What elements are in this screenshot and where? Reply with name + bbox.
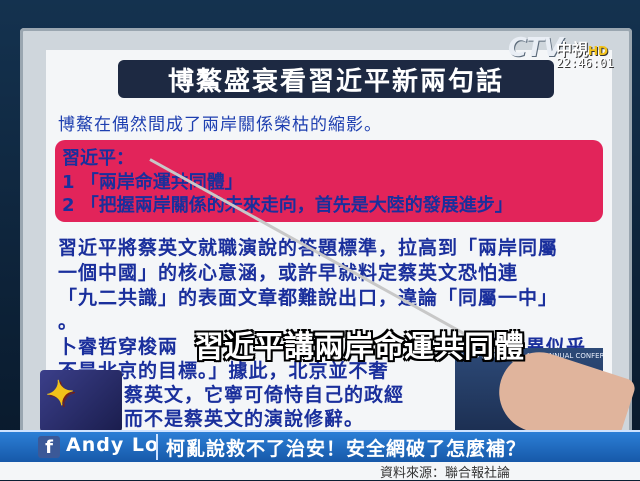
subtitle-caption: 習近平講兩岸命運共同體 [194,330,524,365]
board-title: 博鰲盛衰看習近平新兩句話 [118,60,554,98]
highlight-line: 習近平： [62,148,134,169]
source-note: 資料來源：聯合報社論 [380,466,511,481]
ticker-divider [156,434,158,460]
ticker-headline: 柯亂說救不了治安！安全網破了怎麼補？ [166,438,527,460]
broadcast-clock: 22:46:01 [556,56,614,70]
channel-logo: CTV [508,33,563,63]
show-logo: ✦ [43,372,78,416]
board-subtitle: 博鰲在偶然間成了兩岸關係榮枯的縮影。 [58,115,382,135]
highlight-line: 2 「把握兩岸關係的未來走向，首先是大陸的發展進步」 [62,195,513,216]
body-line: 「九二共識」的表面文章都難說出口，違論「同屬一中」 [58,287,559,309]
body-line: 卜睿哲穿梭兩 [58,336,179,358]
body-line: 一個中國」的核心意涵，或許早就料定蔡英文恐怕連 [58,262,519,284]
body-line: 而不是蔡英文的演說修辭。 [124,408,365,430]
board-bottom-strip [0,462,640,480]
body-line: 蔡英文，它寧可倚恃自己的政經 [124,384,405,406]
facebook-icon: f [38,436,60,458]
ticker-name: Andy Lo [66,434,159,456]
body-line: 。 [58,311,79,333]
